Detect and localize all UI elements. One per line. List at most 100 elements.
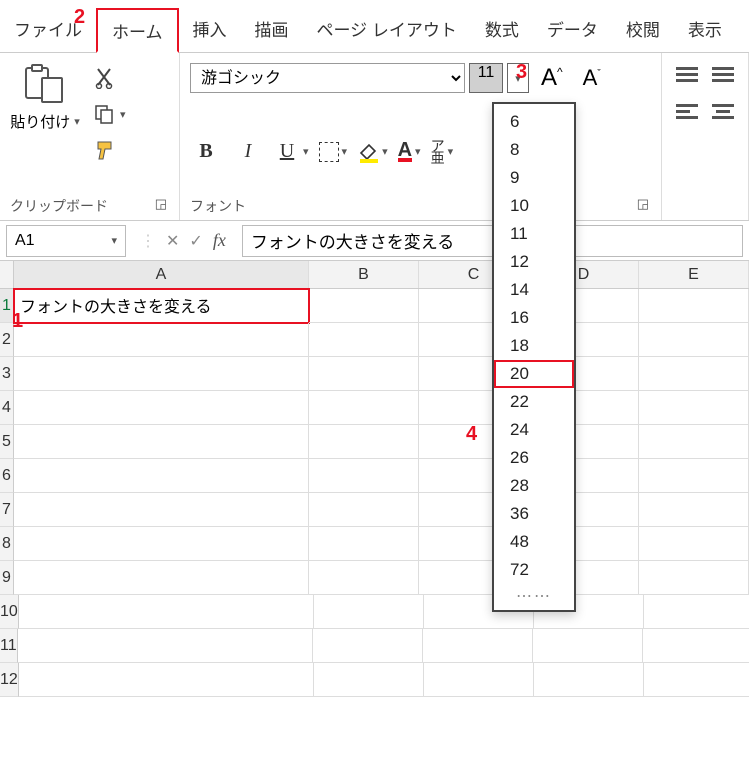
cell[interactable]: [309, 459, 419, 493]
cell[interactable]: [639, 289, 749, 323]
cell[interactable]: [14, 561, 309, 595]
chevron-down-icon[interactable]: ▾: [74, 115, 80, 128]
row-header[interactable]: 6: [0, 459, 14, 493]
row-header[interactable]: 9: [0, 561, 14, 595]
chevron-down-icon[interactable]: ▾: [111, 234, 117, 247]
cell[interactable]: [313, 629, 423, 663]
cell[interactable]: [644, 595, 749, 629]
cell[interactable]: [639, 493, 749, 527]
cell[interactable]: [309, 561, 419, 595]
phonetic-button[interactable]: ア亜: [431, 140, 445, 164]
tab-data[interactable]: データ: [533, 8, 612, 52]
tab-page-layout[interactable]: ページ レイアウト: [303, 8, 471, 52]
cell[interactable]: [14, 459, 309, 493]
bold-button[interactable]: B: [190, 140, 222, 163]
borders-button[interactable]: [319, 142, 339, 162]
cell[interactable]: [14, 357, 309, 391]
decrease-font-size-button[interactable]: Aˇ: [575, 65, 609, 91]
name-box[interactable]: A1 ▾: [6, 225, 126, 257]
cell[interactable]: [639, 459, 749, 493]
row-header[interactable]: 10: [0, 595, 19, 629]
tab-draw[interactable]: 描画: [241, 8, 303, 52]
tab-review[interactable]: 校閲: [612, 8, 674, 52]
size-option[interactable]: 8: [494, 136, 574, 164]
cell[interactable]: [639, 391, 749, 425]
cell[interactable]: [314, 595, 424, 629]
italic-button[interactable]: I: [232, 140, 264, 163]
cell[interactable]: [14, 391, 309, 425]
dialog-launcher-icon[interactable]: ◲: [155, 196, 169, 212]
row-header[interactable]: 7: [0, 493, 14, 527]
font-name-select[interactable]: 游ゴシック: [190, 63, 465, 93]
size-option[interactable]: 12: [494, 248, 574, 276]
cell[interactable]: [14, 493, 309, 527]
cell[interactable]: [19, 663, 314, 697]
cell[interactable]: [19, 595, 314, 629]
row-header[interactable]: 12: [0, 663, 19, 697]
size-option[interactable]: 22: [494, 388, 574, 416]
size-option[interactable]: 9: [494, 164, 574, 192]
chevron-down-icon[interactable]: ▾: [382, 145, 388, 158]
cell-a1[interactable]: フォントの大きさを変える: [14, 289, 309, 323]
format-painter-button[interactable]: [90, 137, 118, 163]
fx-icon[interactable]: fx: [213, 230, 226, 251]
size-option[interactable]: 6: [494, 108, 574, 136]
align-top-button[interactable]: [676, 67, 698, 82]
size-option[interactable]: 24: [494, 416, 574, 444]
cell[interactable]: [534, 663, 644, 697]
size-option[interactable]: 20: [494, 360, 574, 388]
cell[interactable]: [533, 629, 643, 663]
align-left-button[interactable]: [676, 104, 698, 119]
cell[interactable]: [18, 629, 313, 663]
cell[interactable]: [643, 629, 749, 663]
size-option[interactable]: 28: [494, 472, 574, 500]
cell[interactable]: [639, 357, 749, 391]
cell[interactable]: [309, 425, 419, 459]
size-option[interactable]: 48: [494, 528, 574, 556]
size-option[interactable]: 16: [494, 304, 574, 332]
align-center-button[interactable]: [712, 104, 734, 119]
cell[interactable]: [309, 527, 419, 561]
cell[interactable]: [639, 561, 749, 595]
chevron-down-icon[interactable]: ▾: [303, 145, 309, 158]
enter-icon[interactable]: ✓: [189, 231, 202, 251]
row-header[interactable]: 3: [0, 357, 14, 391]
cell[interactable]: [14, 527, 309, 561]
cell[interactable]: [14, 323, 309, 357]
row-header[interactable]: 5: [0, 425, 14, 459]
row-header[interactable]: 11: [0, 629, 18, 663]
chevron-down-icon[interactable]: ▾: [415, 145, 421, 158]
cell[interactable]: [644, 663, 749, 697]
copy-button[interactable]: [90, 101, 118, 127]
paste-button[interactable]: 貼り付け ▾: [10, 63, 80, 132]
size-option[interactable]: 11: [494, 220, 574, 248]
font-size-input[interactable]: 11: [469, 63, 503, 93]
align-middle-button[interactable]: [712, 67, 734, 82]
increase-font-size-button[interactable]: A^: [533, 64, 571, 92]
cell[interactable]: [14, 425, 309, 459]
tab-view[interactable]: 表示: [674, 8, 736, 52]
col-header-b[interactable]: B: [309, 261, 419, 288]
cell[interactable]: [309, 323, 419, 357]
tab-home[interactable]: ホーム: [96, 8, 179, 53]
tab-formulas[interactable]: 数式: [471, 8, 533, 52]
cell[interactable]: [423, 629, 533, 663]
size-option[interactable]: 18: [494, 332, 574, 360]
fill-color-button[interactable]: [357, 141, 379, 163]
col-header-e[interactable]: E: [639, 261, 749, 288]
font-color-button[interactable]: A: [398, 142, 412, 162]
size-option[interactable]: 26: [494, 444, 574, 472]
cell[interactable]: [314, 663, 424, 697]
underline-button[interactable]: U: [274, 140, 300, 163]
cell[interactable]: [309, 289, 419, 323]
size-option[interactable]: 14: [494, 276, 574, 304]
chevron-down-icon[interactable]: ▾: [448, 145, 454, 158]
row-header[interactable]: 4: [0, 391, 14, 425]
cell[interactable]: [639, 323, 749, 357]
cancel-icon[interactable]: ✕: [166, 231, 179, 251]
select-all-corner[interactable]: [0, 261, 14, 288]
cell[interactable]: [309, 391, 419, 425]
cell[interactable]: [309, 493, 419, 527]
cell[interactable]: [424, 663, 534, 697]
cut-button[interactable]: [90, 65, 118, 91]
